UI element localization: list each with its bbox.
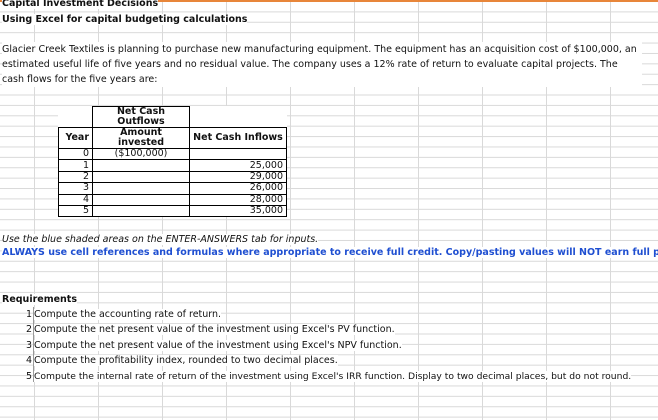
table-row: 1 25,000 <box>58 159 287 172</box>
requirement-number: 2 <box>25 324 32 335</box>
outflow-cell[interactable] <box>92 170 190 184</box>
header-inflows[interactable]: Net Cash Inflows <box>189 127 287 149</box>
requirement-number: 4 <box>25 355 32 366</box>
header-year[interactable]: Year <box>58 127 93 149</box>
inflow-cell[interactable]: 29,000 <box>189 170 287 184</box>
inputs-note: Use the blue shaded areas on the ENTER-A… <box>2 234 319 245</box>
year-cell[interactable]: 1 <box>58 159 93 172</box>
outflow-cell[interactable]: ($100,000) <box>92 147 190 161</box>
outflow-cell[interactable] <box>92 204 190 218</box>
requirement-text[interactable]: Compute the net present value of the inv… <box>34 340 402 351</box>
table-row: 2 29,000 <box>58 170 287 184</box>
inflow-cell[interactable]: 35,000 <box>189 204 287 218</box>
requirement-text[interactable]: Compute the profitability index, rounded… <box>34 355 338 366</box>
inflow-cell[interactable]: 25,000 <box>189 159 287 172</box>
inflow-cell[interactable]: 26,000 <box>189 182 287 195</box>
requirement-number: 1 <box>25 309 32 320</box>
full-credit-warning: ALWAYS use cell references and formulas … <box>2 247 658 258</box>
sheet-subtitle: Using Excel for capital budgeting calcul… <box>2 14 248 25</box>
inflow-cell[interactable] <box>189 147 287 161</box>
header-outflows-line2[interactable]: Amount invested <box>92 127 190 149</box>
inflow-cell[interactable]: 28,000 <box>189 193 287 206</box>
blank-cell <box>189 106 287 128</box>
year-cell[interactable]: 2 <box>58 170 93 184</box>
requirement-number: 3 <box>25 340 32 351</box>
outflow-cell[interactable] <box>92 193 190 206</box>
year-cell[interactable]: 5 <box>58 204 93 218</box>
year-cell[interactable]: 4 <box>58 193 93 206</box>
requirement-text[interactable]: Compute the accounting rate of return. <box>34 309 222 320</box>
table-row: 5 35,000 <box>58 204 287 218</box>
requirements-heading: Requirements <box>2 294 78 305</box>
cash-flow-table: Net Cash Outflows Year Amount invested N… <box>58 106 287 218</box>
year-cell[interactable]: 3 <box>58 182 93 195</box>
requirement-number: 5 <box>25 371 32 382</box>
blank-cell <box>58 106 93 128</box>
requirement-text[interactable]: Compute the internal rate of return of t… <box>34 371 632 382</box>
outflow-cell[interactable] <box>92 159 190 172</box>
table-row: 3 26,000 <box>58 182 287 195</box>
outflow-cell[interactable] <box>92 182 190 195</box>
table-row: 4 28,000 <box>58 193 287 206</box>
sheet-title: Capital Investment Decisions <box>2 0 159 9</box>
header-outflows-line1[interactable]: Net Cash Outflows <box>92 106 190 128</box>
year-cell[interactable]: 0 <box>58 147 93 161</box>
table-row: 0 ($100,000) <box>58 147 287 161</box>
requirement-text[interactable]: Compute the net present value of the inv… <box>34 324 395 335</box>
problem-description: Glacier Creek Textiles is planning to pu… <box>2 42 642 87</box>
